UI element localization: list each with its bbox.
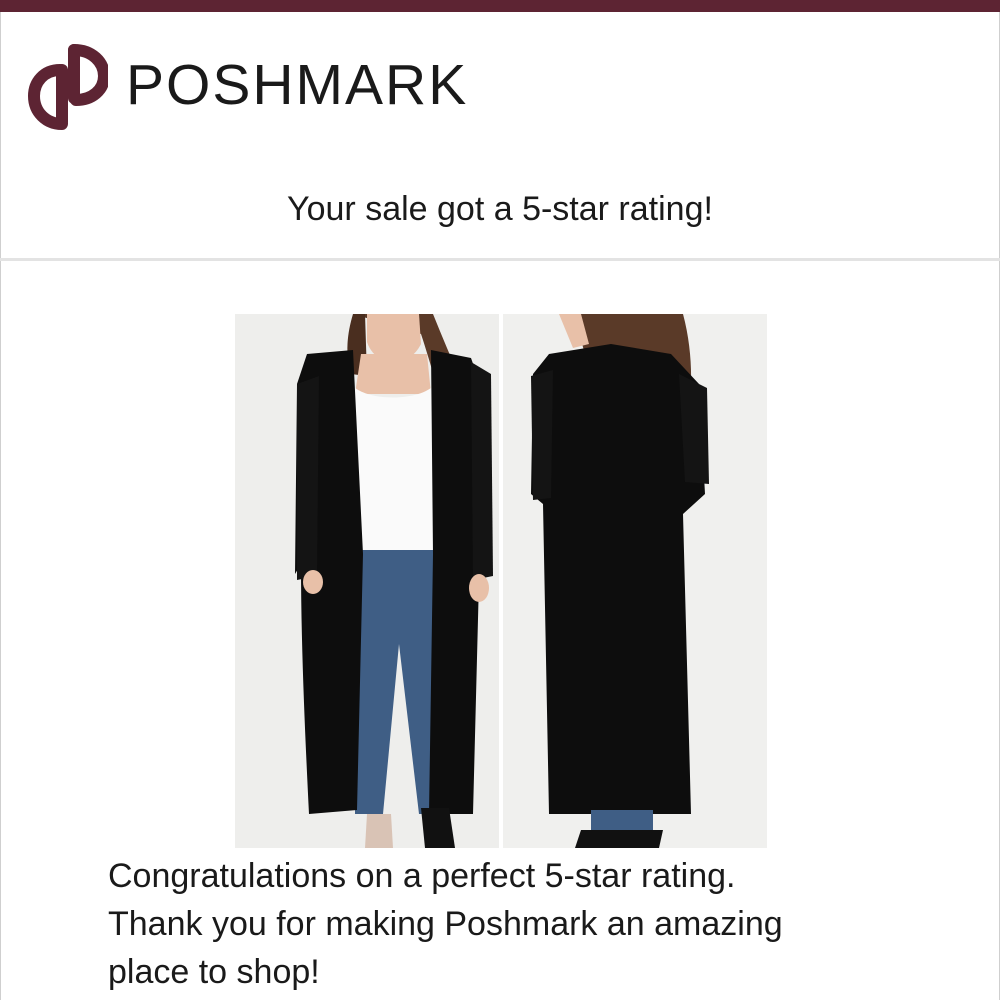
- poshmark-logo-icon: [28, 44, 108, 130]
- notification-headline: Your sale got a 5-star rating!: [287, 190, 713, 228]
- message-line: place to shop!: [108, 953, 320, 991]
- listing-photo[interactable]: [235, 314, 767, 848]
- message-line: Congratulations on a perfect 5-star rati…: [108, 857, 736, 895]
- congratulations-message: Congratulations on a perfect 5-star rati…: [108, 852, 908, 996]
- message-line: Thank you for making Poshmark an amazing: [108, 905, 783, 943]
- header-divider: [0, 258, 1000, 261]
- brand-logo[interactable]: POSHMARK: [28, 40, 468, 130]
- front-view-image: [235, 314, 499, 848]
- brand-wordmark: POSHMARK: [126, 52, 469, 117]
- brand-top-bar: [0, 0, 1000, 12]
- back-view-image: [503, 314, 767, 848]
